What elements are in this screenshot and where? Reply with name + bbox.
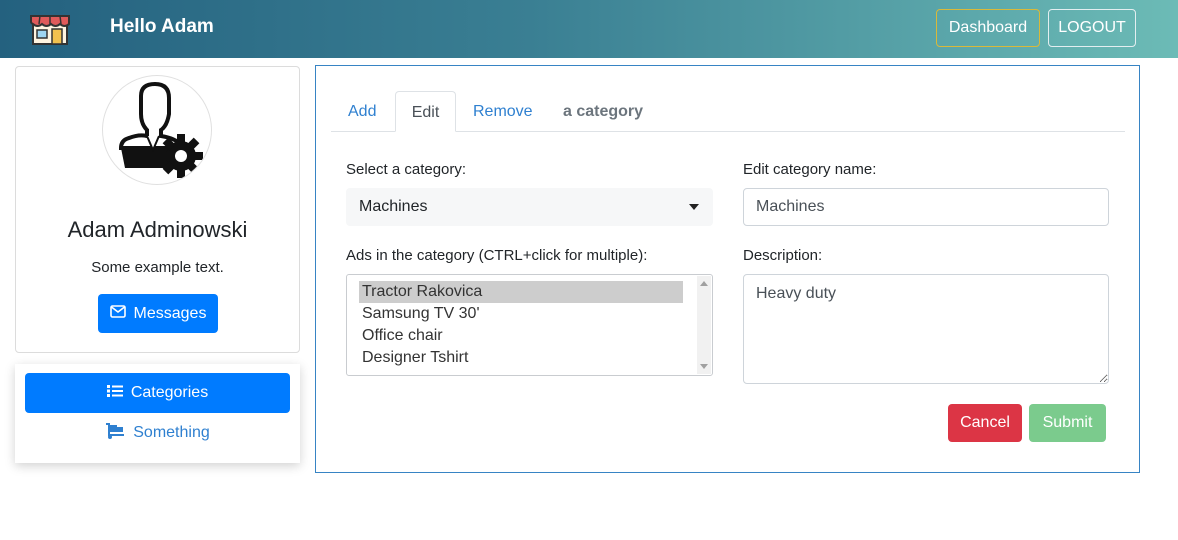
category-name-input[interactable] — [743, 188, 1109, 226]
sidebar-item-categories[interactable]: Categories — [25, 373, 290, 413]
tab-edit[interactable]: Edit — [395, 91, 456, 132]
cancel-button[interactable]: Cancel — [948, 404, 1022, 442]
select-category-label: Select a category: — [346, 161, 467, 178]
greeting-text: Hello Adam — [110, 16, 214, 37]
edit-name-label: Edit category name: — [743, 161, 877, 178]
envelope-icon — [109, 304, 126, 323]
category-panel: Add Edit Remove a category Select a cate… — [315, 65, 1140, 473]
tabs-suffix-label: a category — [563, 103, 644, 120]
profile-text: Some example text. — [91, 259, 224, 276]
sidebar-item-label: Something — [133, 424, 210, 441]
scroll-up-icon[interactable] — [700, 281, 708, 286]
description-textarea[interactable]: Heavy duty — [743, 274, 1109, 384]
list-item[interactable]: Tractor Rakovica — [359, 281, 683, 303]
ads-label: Ads in the category (CTRL+click for mult… — [346, 247, 648, 264]
list-item[interactable]: Samsung TV 30' — [359, 303, 683, 325]
messages-label: Messages — [133, 304, 207, 322]
category-select[interactable]: Machines — [346, 188, 713, 226]
category-select-value: Machines — [359, 198, 428, 215]
dolly-icon — [105, 422, 125, 444]
listbox-scrollbar[interactable] — [697, 276, 711, 374]
scroll-down-icon[interactable] — [700, 364, 708, 369]
list-item[interactable]: Designer Tshirt — [359, 347, 683, 369]
ads-listbox[interactable]: Tractor Rakovica Samsung TV 30' Office c… — [346, 274, 713, 376]
sidebar-item-label: Categories — [130, 384, 209, 401]
submit-button[interactable]: Submit — [1029, 404, 1106, 442]
admin-user-gear-icon — [102, 75, 212, 185]
list-icon — [106, 384, 123, 403]
shop-icon[interactable] — [28, 10, 72, 46]
profile-name: Adam Adminowski — [67, 217, 248, 242]
caret-down-icon — [689, 204, 699, 210]
description-label: Description: — [743, 247, 823, 264]
messages-button[interactable]: Messages — [98, 294, 218, 333]
list-item[interactable]: Office chair — [359, 325, 683, 347]
side-menu: Categories Something — [15, 364, 300, 463]
sidebar-item-something[interactable]: Something — [25, 416, 290, 450]
top-navbar: Hello Adam Dashboard LOGOUT — [0, 0, 1178, 58]
tab-add[interactable]: Add — [348, 91, 376, 132]
tab-remove[interactable]: Remove — [473, 91, 533, 132]
profile-card: Adam Adminowski Some example text. Messa… — [15, 66, 300, 353]
dashboard-button[interactable]: Dashboard — [936, 9, 1040, 47]
logout-button[interactable]: LOGOUT — [1048, 9, 1136, 47]
